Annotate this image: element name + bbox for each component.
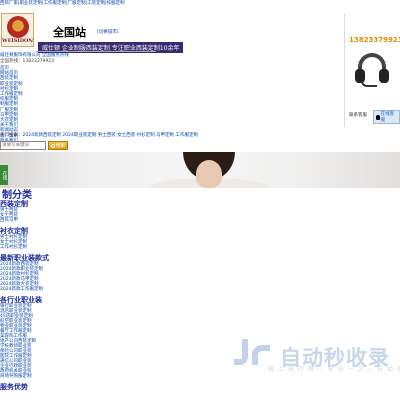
section-item-list: 男士西装 女士西装 西装马甲 [0, 208, 18, 223]
phone-line: 全国热线：13823379923 [0, 59, 54, 64]
search-button[interactable]: 搜索 [48, 141, 68, 150]
search-bar: 搜索 [0, 141, 68, 150]
logo-emblem [7, 16, 29, 38]
headset-icon [353, 51, 391, 89]
section-item[interactable]: 商场导购服定制 [0, 374, 36, 379]
search-icon [51, 143, 55, 148]
search-button-label: 搜索 [56, 143, 65, 149]
qq-chat-button[interactable]: 在线客服 [373, 110, 400, 124]
hot-search-bar: 热门搜索：2024新款西装定制 2024职业装定制 男士西装 女士西装 衬衫定制… [0, 132, 198, 138]
section-item[interactable]: 2024新款工作服定制 [0, 287, 43, 292]
banner-model-face [196, 160, 222, 188]
side-float-tab[interactable]: 在线 [0, 165, 8, 185]
hotline-number: 13823379923 [349, 36, 400, 44]
hero-banner [0, 152, 400, 188]
qq-chat-label: 在线客服 [380, 112, 395, 123]
switch-city-link[interactable]: [切换城市] [97, 29, 119, 35]
contact-panel: 13823379923 联系客服 在线客服 [344, 13, 400, 127]
contact-label: 联系客服 [349, 113, 367, 118]
section-item[interactable]: 工作衬衫定制 [0, 245, 27, 250]
site-logo[interactable]: WEISIDON [1, 13, 34, 47]
hot-search-links[interactable]: 2024新款西装定制 2024职业装定制 男士西装 女士西装 衬衫定制 马甲定制… [23, 133, 198, 138]
section-item[interactable]: 西装马甲 [0, 218, 18, 223]
section-title[interactable]: 服务优势 [0, 382, 28, 392]
watermark-subtext: 做 上 排 行 榜 — 来 访 一 次 — 自 动 收 录 [268, 366, 400, 373]
section-item-list: 男士衬衫定制 女士衬衫定制 工作衬衫定制 [0, 235, 27, 250]
logo-wordmark: WEISIDON [2, 38, 33, 44]
site-title: 全国站 [53, 26, 86, 39]
section-item-list: 2024新款西装定制 2024新款职业装定制 2024新款衬衫定制 2024新款马甲定… [0, 262, 43, 292]
hot-search-label: 热门搜索： [0, 133, 23, 138]
top-link-bar[interactable]: 西装厂家|职业装定制|工作服定制|厂服定制|工装定制|校服定制 [0, 0, 125, 6]
section-item-list: 银行职业装定制 酒店职业装定制 4S店职业装定制 航空职业装定制 物业职业装定制 餐厅工作… [0, 304, 36, 379]
qq-penguin-icon [376, 114, 380, 120]
search-input[interactable] [0, 141, 46, 150]
